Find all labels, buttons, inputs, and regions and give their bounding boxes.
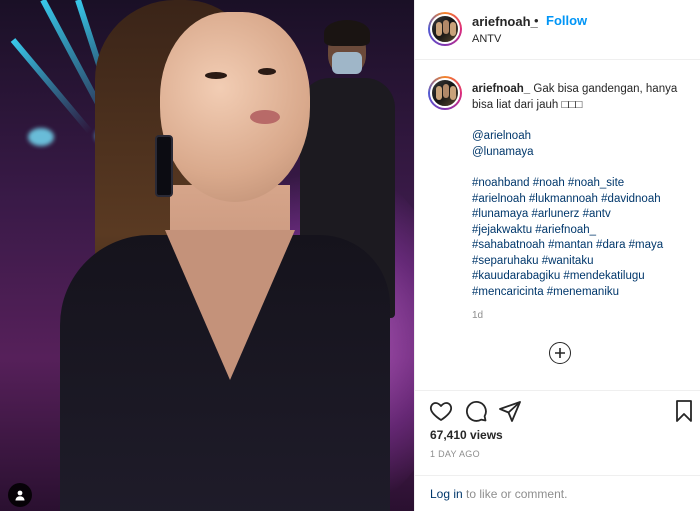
login-link[interactable]: Log in	[430, 487, 463, 501]
comment-footer: Log in to like or comment.	[415, 475, 700, 511]
location-link[interactable]: ANTV	[472, 33, 501, 45]
hashtag-line[interactable]: #kauudarabagiku #mendekatilugu	[472, 269, 692, 285]
plus-circle-icon[interactable]	[549, 342, 571, 364]
avatar[interactable]	[428, 76, 462, 110]
subject-lips	[250, 110, 280, 124]
views-count[interactable]: 67,410 views	[430, 428, 503, 442]
caption-time-ago: 1d	[472, 310, 484, 321]
post-date: 1 DAY AGO	[430, 449, 480, 459]
action-bar: 67,410 views 1 DAY AGO	[415, 390, 700, 475]
stage-light-beam	[10, 38, 93, 134]
post-media[interactable]	[0, 0, 414, 511]
hashtag-line[interactable]: #lunamaya #arlunerz #antv	[472, 207, 692, 223]
avatar[interactable]	[428, 12, 462, 46]
caption-section: ariefnoah_ Gak bisa gandengan, hanya bis…	[415, 60, 700, 390]
caption-username[interactable]: ariefnoah_	[472, 83, 530, 95]
separator-dot: •	[534, 13, 539, 28]
subject-face	[160, 12, 310, 202]
heart-icon[interactable]	[429, 399, 453, 423]
subject-earring	[155, 135, 173, 197]
caption-text: ariefnoah_ Gak bisa gandengan, hanya bis…	[472, 82, 692, 300]
post-header: ariefnoah_ • Follow ANTV	[415, 0, 700, 60]
comment-icon[interactable]	[464, 399, 488, 423]
header-username[interactable]: ariefnoah_	[472, 14, 538, 29]
hashtag-line[interactable]: #jejakwaktu #ariefnoah_	[472, 223, 692, 239]
hashtag-line[interactable]: #sahabatnoah #mantan #dara #maya	[472, 238, 692, 254]
post-sidebar: ariefnoah_ • Follow ANTV ariefnoah_ Gak …	[414, 0, 700, 511]
hashtag-line[interactable]: #mencaricinta #menemaniku	[472, 285, 692, 301]
mention-link[interactable]: @lunamaya	[472, 145, 692, 161]
subject-eye	[205, 72, 227, 79]
login-prompt-text: to like or comment.	[462, 487, 568, 501]
hashtag-line[interactable]: #arielnoah #lukmannoah #davidnoah	[472, 192, 692, 208]
hashtag-line[interactable]: #separuhaku #wanitaku	[472, 254, 692, 270]
follow-button[interactable]: Follow	[546, 13, 587, 28]
subject-dress-neckline	[165, 230, 295, 380]
bookmark-icon[interactable]	[672, 399, 696, 423]
stage-light	[28, 128, 54, 146]
hashtag-line[interactable]: #noahband #noah #noah_site	[472, 176, 692, 192]
subject-eye	[258, 68, 276, 75]
mention-link[interactable]: @arielnoah	[472, 129, 692, 145]
user-tag-icon[interactable]	[8, 483, 32, 507]
login-prompt: Log in to like or comment.	[430, 487, 567, 501]
share-icon[interactable]	[498, 399, 522, 423]
